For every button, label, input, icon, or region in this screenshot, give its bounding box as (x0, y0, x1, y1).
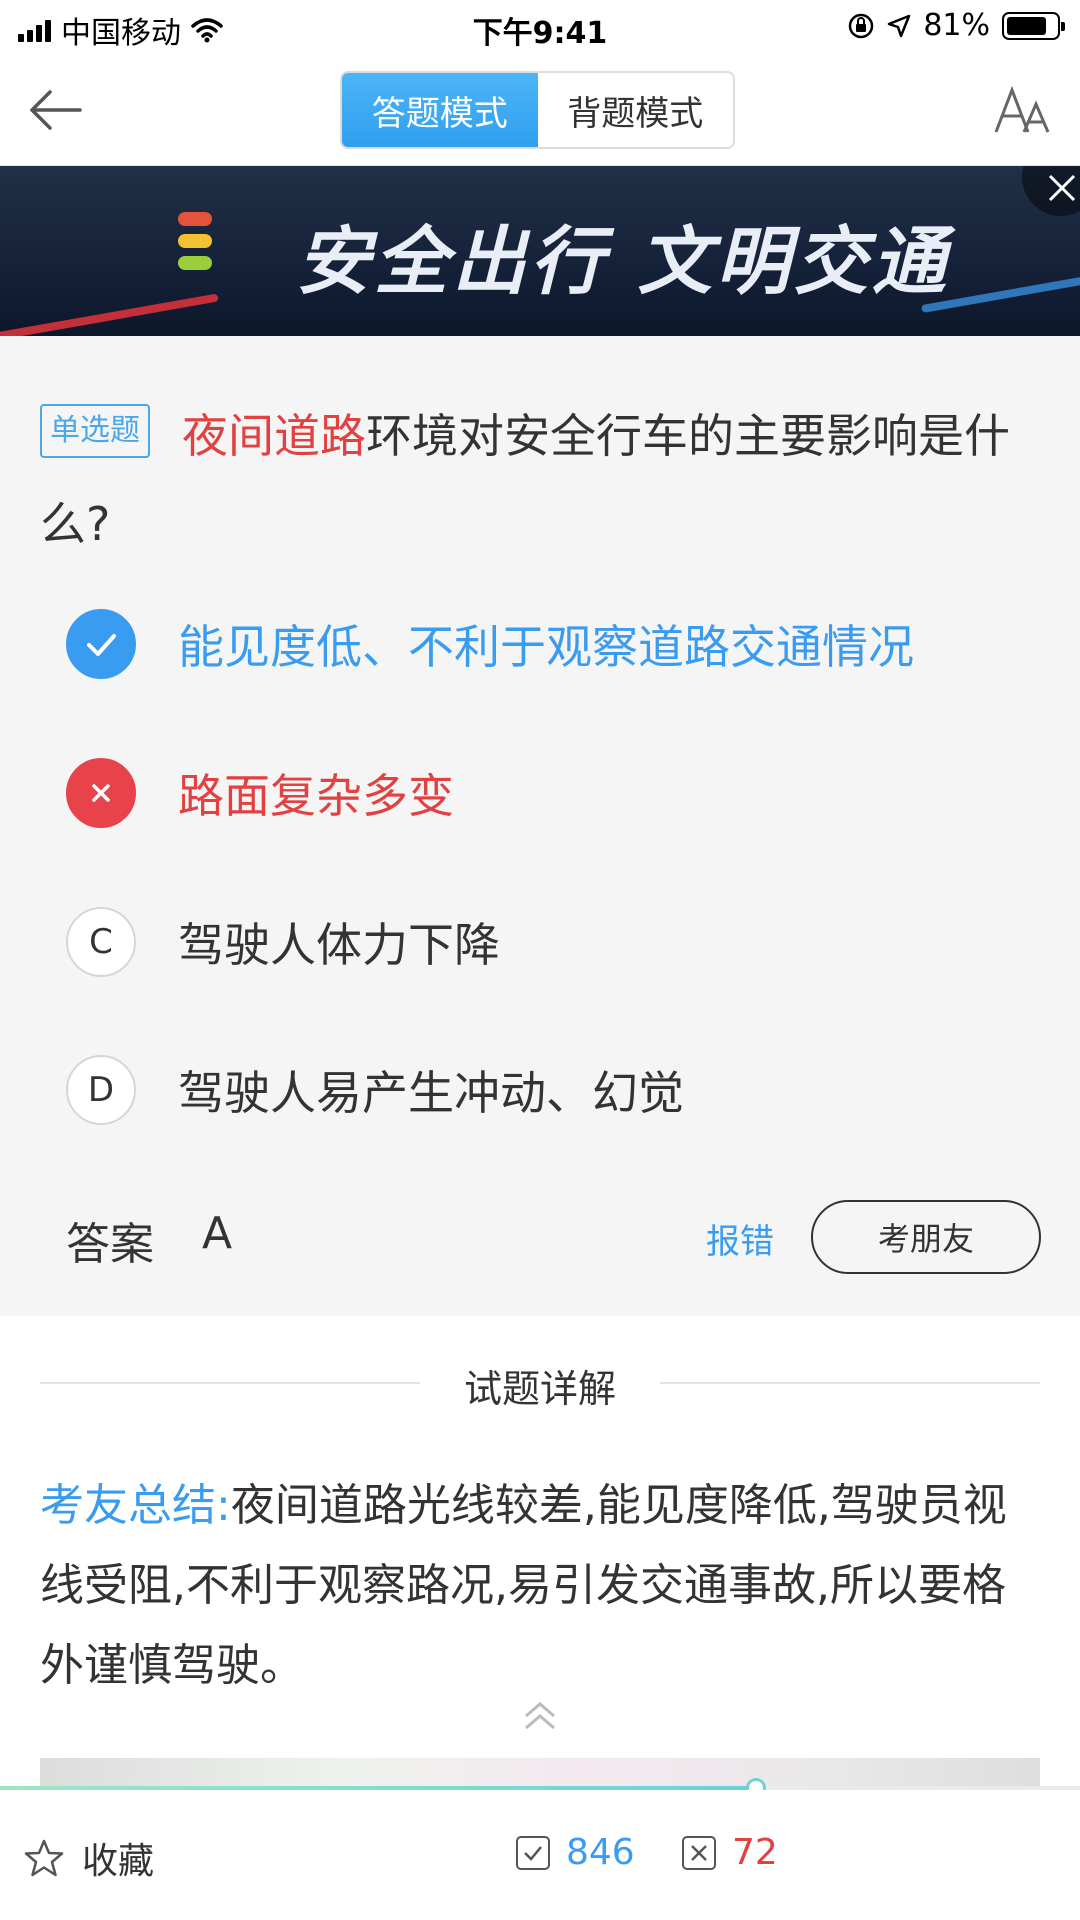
traffic-light-icon (178, 212, 212, 270)
option-a-badge (66, 609, 136, 679)
correct-count-value: 846 (566, 1832, 635, 1873)
cross-box-icon (682, 1835, 716, 1870)
wrong-count-value: 72 (732, 1832, 778, 1873)
explanation-title: 试题详解 (463, 1367, 616, 1411)
close-icon (1048, 174, 1076, 202)
explanation-key-label: 考友总结: (40, 1480, 231, 1531)
option-c[interactable]: C 驾驶人体力下降 (66, 902, 1046, 982)
battery-icon (1002, 11, 1065, 40)
font-size-button[interactable] (994, 85, 1052, 136)
status-bar: 中国移动 下午9:41 81% (0, 0, 1080, 56)
banner-close-button[interactable] (1022, 166, 1080, 216)
back-button[interactable] (26, 80, 86, 140)
banner-stripe-decoration (0, 293, 219, 336)
wrong-count[interactable]: 72 (682, 1832, 778, 1873)
report-error-link[interactable]: 报错 (706, 1214, 774, 1263)
battery-percent: 81% (923, 8, 990, 43)
double-chevron-up-icon[interactable] (520, 1696, 560, 1736)
option-b-text: 路面复杂多变 (178, 769, 454, 823)
question-text: 单选题 夜间道路环境对安全行车的主要影响是什么? (40, 392, 1040, 568)
font-size-icon (994, 85, 1050, 133)
nav-bar: 答题模式 背题模式 (0, 56, 1080, 166)
star-icon (24, 1839, 64, 1877)
option-c-text: 驾驶人体力下降 (178, 918, 500, 972)
option-d-text: 驾驶人易产生冲动、幻觉 (178, 1066, 684, 1120)
back-arrow-icon (30, 90, 82, 130)
favorite-label: 收藏 (82, 1841, 155, 1882)
explanation-body: 考友总结:夜间道路光线较差,能见度降低,驾驶员视线受阻,不利于观察路况,易引发交… (40, 1466, 1040, 1706)
option-a[interactable]: 能见度低、不利于观察道路交通情况 (66, 604, 1046, 684)
option-d-badge: D (66, 1055, 136, 1125)
tab-review-mode[interactable]: 背题模式 (537, 73, 733, 147)
answer-label: 答案 (66, 1219, 154, 1270)
answer-value: A (202, 1208, 233, 1259)
checkbox-icon (516, 1835, 550, 1870)
option-c-badge: C (66, 907, 136, 977)
ad-strip (40, 1758, 1040, 1786)
favorite-button[interactable]: 收藏 (24, 1832, 154, 1884)
option-b[interactable]: 路面复杂多变 (66, 753, 1046, 833)
divider (660, 1382, 1040, 1384)
ad-banner[interactable]: 安全出行 文明交通 (0, 166, 1080, 336)
tab-answer-mode[interactable]: 答题模式 (342, 73, 538, 147)
orientation-lock-icon (849, 13, 874, 38)
status-right: 81% (847, 8, 1065, 43)
cross-icon (92, 784, 110, 802)
option-d[interactable]: D 驾驶人易产生冲动、幻觉 (66, 1050, 1046, 1130)
mode-switch: 答题模式 背题模式 (340, 71, 735, 149)
answer-row: 答案 A 报错 考朋友 (66, 1200, 1041, 1274)
ask-friend-button[interactable]: 考朋友 (811, 1200, 1041, 1274)
question-highlight: 夜间道路 (182, 409, 366, 463)
banner-text: 安全出行 文明交通 (296, 219, 950, 305)
option-b-badge (66, 758, 136, 828)
check-icon (87, 634, 116, 656)
bottom-bar: 收藏 846 72 (0, 1790, 1080, 1920)
option-a-text: 能见度低、不利于观察道路交通情况 (178, 620, 914, 674)
correct-count[interactable]: 846 (516, 1832, 635, 1873)
question-type-tag: 单选题 (40, 404, 150, 458)
explanation-header: 试题详解 (40, 1358, 1040, 1411)
battery-fill (1007, 16, 1046, 35)
explanation-section: 试题详解 考友总结:夜间道路光线较差,能见度降低,驾驶员视线受阻,不利于观察路况… (0, 1316, 1080, 1786)
location-arrow-icon (888, 14, 911, 37)
